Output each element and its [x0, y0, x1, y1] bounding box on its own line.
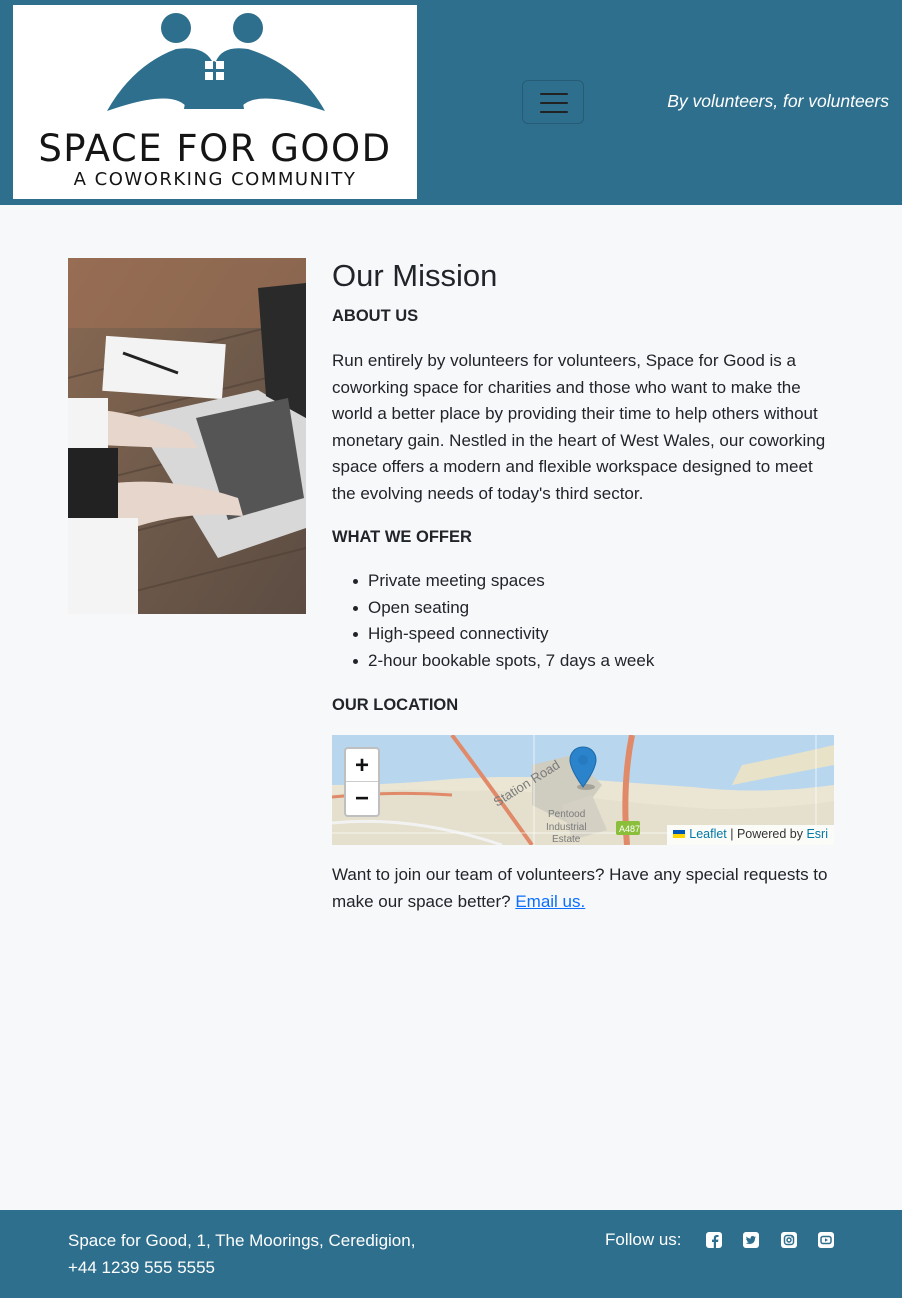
offer-item: High-speed connectivity	[332, 621, 832, 648]
footer-address: Space for Good, 1, The Moorings, Ceredig…	[68, 1228, 415, 1281]
offer-item: Open seating	[332, 595, 832, 622]
map-label-estate: Estate	[552, 834, 581, 845]
phone-number: +44 1239 555 5555	[68, 1257, 216, 1277]
site-tagline: By volunteers, for volunteers	[667, 91, 889, 111]
offer-item: 2-hour bookable spots, 7 days a week	[332, 648, 832, 675]
youtube-icon[interactable]	[818, 1232, 834, 1248]
join-text: Want to join our team of volunteers? Hav…	[332, 862, 832, 915]
follow-us-label: Follow us:	[605, 1230, 682, 1249]
esri-link[interactable]: Esri	[806, 827, 828, 841]
map-attribution: Leaflet | Powered by Esri	[667, 825, 834, 845]
logo-name: SPACE FOR GOOD	[38, 127, 392, 170]
twitter-icon[interactable]	[743, 1232, 759, 1248]
navbar-toggle-button[interactable]	[522, 80, 584, 124]
about-heading: ABOUT US	[332, 307, 419, 325]
location-map[interactable]: Station Road Pentood Industrial Estate A…	[332, 735, 834, 845]
about-text: Run entirely by volunteers for volunteer…	[332, 351, 826, 503]
map-marker-icon[interactable]	[568, 745, 598, 791]
offer-item: Private meeting spaces	[332, 568, 832, 595]
map-road-badge: A487	[619, 824, 640, 834]
site-logo[interactable]: SPACE FOR GOOD A COWORKING COMMUNITY	[13, 5, 417, 199]
logo-emblem	[107, 13, 325, 111]
site-footer: Space for Good, 1, The Moorings, Ceredig…	[0, 1210, 902, 1298]
map-label-industrial: Industrial	[546, 822, 587, 833]
ukraine-flag-icon	[673, 830, 686, 838]
email-link[interactable]: Email us.	[515, 892, 585, 911]
laptop-photo	[68, 258, 306, 614]
offer-list: Private meeting spaces Open seating High…	[332, 568, 832, 674]
site-header: SPACE FOR GOOD A COWORKING COMMUNITY By …	[0, 0, 902, 205]
attribution-separator: | Powered by	[726, 827, 807, 841]
facebook-icon[interactable]	[706, 1232, 722, 1248]
leaflet-link[interactable]: Leaflet	[689, 827, 727, 841]
map-zoom-control: + −	[344, 747, 380, 817]
page-title: Our Mission	[332, 258, 498, 293]
offer-heading: WHAT WE OFFER	[332, 528, 472, 546]
logo-subtitle: A COWORKING COMMUNITY	[73, 169, 357, 190]
zoom-in-button[interactable]: +	[346, 749, 378, 782]
address-line: Space for Good, 1, The Moorings, Ceredig…	[68, 1231, 416, 1250]
map-label-place: Pentood	[548, 809, 585, 820]
instagram-icon[interactable]	[781, 1232, 797, 1248]
location-heading: OUR LOCATION	[332, 696, 459, 714]
zoom-out-button[interactable]: −	[346, 782, 378, 815]
